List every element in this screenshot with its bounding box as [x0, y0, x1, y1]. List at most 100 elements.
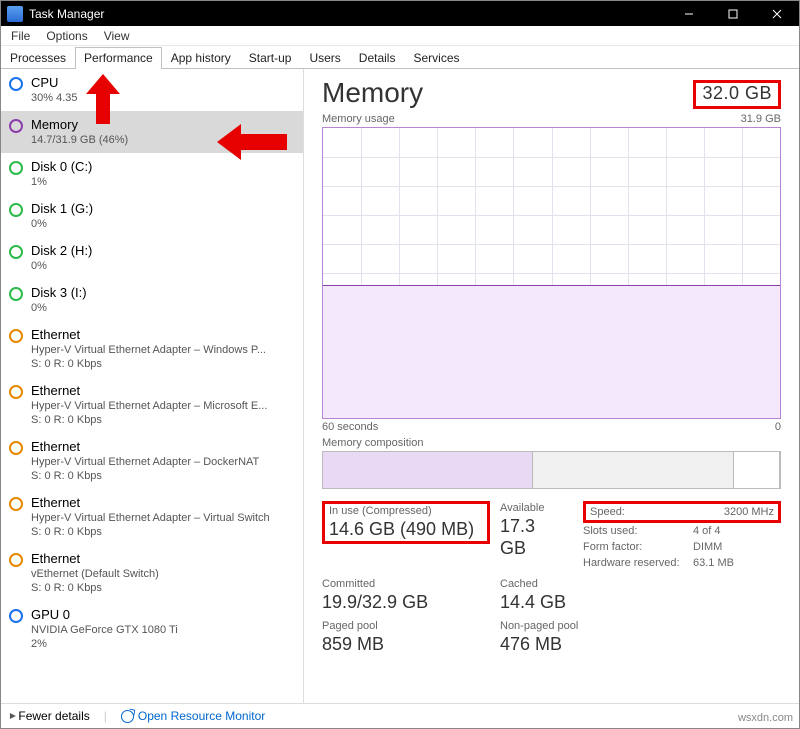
- cached-label: Cached: [500, 577, 566, 591]
- sidebar-item-sub2: 2%: [31, 637, 178, 651]
- sidebar-item-disk-3-i-[interactable]: Disk 3 (I:)0%: [1, 279, 303, 321]
- sidebar-item-title: CPU: [31, 75, 77, 91]
- total-memory-highlight: 32.0 GB: [693, 80, 781, 109]
- resource-monitor-icon: [121, 710, 134, 723]
- menu-options[interactable]: Options: [38, 29, 95, 43]
- available-value: 17.3 GB: [500, 515, 561, 559]
- axis-left: 60 seconds: [322, 421, 378, 433]
- tabstrip: Processes Performance App history Start-…: [1, 46, 799, 69]
- speed-value: 3200 MHz: [724, 504, 774, 520]
- cached-value: 14.4 GB: [500, 591, 566, 613]
- sidebar-item-sub: 0%: [31, 217, 93, 231]
- sidebar-item-cpu[interactable]: CPU30% 4.35: [1, 69, 303, 111]
- nonpaged-label: Non-paged pool: [500, 619, 578, 633]
- sidebar-item-sub: Hyper-V Virtual Ethernet Adapter – Micro…: [31, 399, 267, 413]
- tab-users[interactable]: Users: [300, 47, 349, 69]
- minimize-button[interactable]: [667, 1, 711, 26]
- sidebar-item-ethernet[interactable]: EthernetHyper-V Virtual Ethernet Adapter…: [1, 377, 303, 433]
- sidebar-item-sub2: S: 0 R: 0 Kbps: [31, 581, 159, 595]
- chevron-down-icon: ▾: [5, 713, 19, 719]
- sidebar-item-title: Ethernet: [31, 439, 259, 455]
- tab-services[interactable]: Services: [404, 47, 468, 69]
- committed-value: 19.9/32.9 GB: [322, 591, 490, 613]
- sidebar-item-title: GPU 0: [31, 607, 178, 623]
- sidebar-item-title: Disk 3 (I:): [31, 285, 87, 301]
- tab-details[interactable]: Details: [350, 47, 405, 69]
- maximize-button[interactable]: [711, 1, 755, 26]
- app-icon: [7, 6, 23, 22]
- form-value: DIMM: [693, 539, 722, 555]
- annotation-arrow-up-icon: [86, 74, 120, 124]
- hw-reserved-value: 63.1 MB: [693, 555, 734, 571]
- status-ring-icon: [9, 161, 23, 175]
- sidebar-item-sub: Hyper-V Virtual Ethernet Adapter – Windo…: [31, 343, 266, 357]
- sidebar-item-sub: NVIDIA GeForce GTX 1080 Ti: [31, 623, 178, 637]
- open-resource-monitor-link[interactable]: Open Resource Monitor: [121, 709, 265, 723]
- tab-startup[interactable]: Start-up: [240, 47, 301, 69]
- speed-highlight: Speed: 3200 MHz: [583, 501, 781, 523]
- speed-label: Speed:: [590, 504, 700, 520]
- memory-usage-graph[interactable]: [322, 127, 781, 419]
- sidebar-item-title: Ethernet: [31, 327, 266, 343]
- sidebar-item-sub: 1%: [31, 175, 92, 189]
- perf-sidebar: CPU30% 4.35Memory14.7/31.9 GB (46%)Disk …: [1, 69, 304, 704]
- sidebar-item-sub2: S: 0 R: 0 Kbps: [31, 469, 259, 483]
- sidebar-item-gpu-0[interactable]: GPU 0NVIDIA GeForce GTX 1080 Ti2%: [1, 601, 303, 657]
- sidebar-item-disk-2-h-[interactable]: Disk 2 (H:)0%: [1, 237, 303, 279]
- menu-view[interactable]: View: [96, 29, 138, 43]
- status-ring-icon: [9, 441, 23, 455]
- usage-label: Memory usage: [322, 113, 395, 125]
- close-button[interactable]: [755, 1, 799, 26]
- memory-composition[interactable]: [322, 451, 781, 489]
- menu-file[interactable]: File: [3, 29, 38, 43]
- paged-label: Paged pool: [322, 619, 490, 633]
- panel-heading: Memory: [322, 77, 423, 109]
- paged-value: 859 MB: [322, 633, 490, 655]
- sidebar-item-title: Ethernet: [31, 383, 267, 399]
- in-use-value: 14.6 GB (490 MB): [329, 518, 483, 540]
- status-ring-icon: [9, 553, 23, 567]
- sidebar-item-title: Ethernet: [31, 495, 270, 511]
- sidebar-item-ethernet[interactable]: EthernetHyper-V Virtual Ethernet Adapter…: [1, 321, 303, 377]
- memory-panel: Memory 32.0 GB Memory usage 31.9 GB 60 s…: [304, 69, 799, 704]
- available-label: Available: [500, 501, 561, 515]
- hw-reserved-label: Hardware reserved:: [583, 555, 693, 571]
- sidebar-item-sub: Hyper-V Virtual Ethernet Adapter – Docke…: [31, 455, 259, 469]
- status-ring-icon: [9, 609, 23, 623]
- slots-label: Slots used:: [583, 523, 693, 539]
- status-ring-icon: [9, 245, 23, 259]
- sidebar-item-ethernet[interactable]: EthernetvEthernet (Default Switch)S: 0 R…: [1, 545, 303, 601]
- axis-right: 0: [775, 421, 781, 433]
- committed-label: Committed: [322, 577, 490, 591]
- sidebar-item-ethernet[interactable]: EthernetHyper-V Virtual Ethernet Adapter…: [1, 433, 303, 489]
- annotation-arrow-left-icon: [217, 124, 287, 160]
- sidebar-item-sub: 30% 4.35: [31, 91, 77, 105]
- titlebar: Task Manager: [1, 1, 799, 26]
- status-ring-icon: [9, 497, 23, 511]
- total-memory: 32.0 GB: [702, 83, 772, 103]
- content: CPU30% 4.35Memory14.7/31.9 GB (46%)Disk …: [1, 69, 799, 704]
- status-ring-icon: [9, 77, 23, 91]
- slots-value: 4 of 4: [693, 523, 721, 539]
- sidebar-item-disk-1-g-[interactable]: Disk 1 (G:)0%: [1, 195, 303, 237]
- sidebar-item-title: Disk 2 (H:): [31, 243, 92, 259]
- fewer-details-button[interactable]: ▾ Fewer details: [9, 709, 90, 723]
- in-use-highlight: In use (Compressed) 14.6 GB (490 MB): [322, 501, 490, 544]
- nonpaged-value: 476 MB: [500, 633, 578, 655]
- sidebar-item-title: Ethernet: [31, 551, 159, 567]
- sidebar-item-title: Disk 1 (G:): [31, 201, 93, 217]
- sidebar-item-sub: 0%: [31, 301, 87, 315]
- sidebar-item-ethernet[interactable]: EthernetHyper-V Virtual Ethernet Adapter…: [1, 489, 303, 545]
- window-title: Task Manager: [29, 7, 104, 21]
- sidebar-item-sub2: S: 0 R: 0 Kbps: [31, 357, 266, 371]
- status-ring-icon: [9, 385, 23, 399]
- form-label: Form factor:: [583, 539, 693, 555]
- tab-performance[interactable]: Performance: [75, 47, 162, 69]
- sidebar-item-sub2: S: 0 R: 0 Kbps: [31, 413, 267, 427]
- tab-app-history[interactable]: App history: [162, 47, 240, 69]
- sidebar-item-sub: vEthernet (Default Switch): [31, 567, 159, 581]
- menubar: File Options View: [1, 26, 799, 46]
- sidebar-item-sub2: S: 0 R: 0 Kbps: [31, 525, 270, 539]
- tab-processes[interactable]: Processes: [1, 47, 75, 69]
- status-ring-icon: [9, 119, 23, 133]
